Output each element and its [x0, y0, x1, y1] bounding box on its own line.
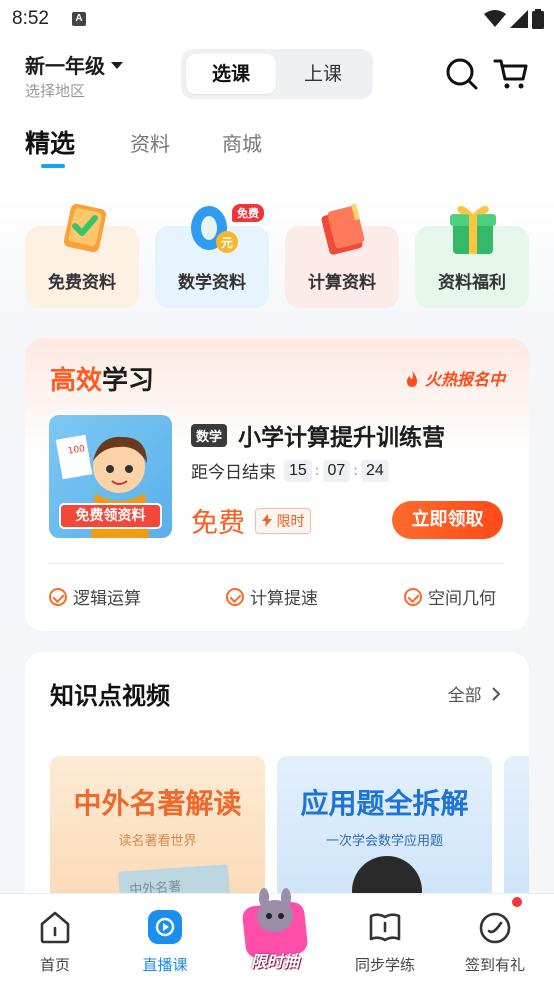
- video-card-partial[interactable]: [504, 756, 529, 912]
- countdown: 距今日结束 15 : 07 : 24: [191, 458, 391, 483]
- feature-item: 空间几何: [404, 584, 496, 609]
- coin-glyph: 元: [221, 236, 233, 250]
- countdown-separator: :: [353, 462, 359, 479]
- course-cover-image[interactable]: 100 免费领资料: [49, 415, 172, 538]
- book-icon: [321, 203, 365, 255]
- knowledge-video-section: 知识点视频 全部 中外名著解读 读名著看世界 中外名著 应用题全拆解 一次学会数…: [25, 652, 529, 912]
- battery-icon: [532, 9, 544, 29]
- segment-attend-class[interactable]: 上课: [278, 54, 368, 94]
- feature-item: 计算提速: [226, 584, 318, 609]
- hot-enrolling-badge: 火热报名中: [405, 366, 505, 390]
- wifi-icon: [484, 10, 506, 27]
- quick-entry-calc-materials[interactable]: 计算资料: [285, 200, 399, 308]
- section-title: 知识点视频: [50, 682, 170, 710]
- feature-label: 计算提速: [250, 589, 318, 609]
- nav-live-class[interactable]: 直播课: [110, 894, 220, 985]
- feature-item: 逻辑运算: [49, 584, 141, 609]
- divider: [49, 563, 505, 564]
- nav-label: 签到有礼: [464, 956, 525, 974]
- region-selector[interactable]: 选择地区: [25, 80, 85, 101]
- quick-entry-label: 资料福利: [438, 273, 506, 293]
- feature-label: 空间几何: [428, 589, 496, 609]
- promo-title: 高效学习: [50, 360, 154, 397]
- cart-icon[interactable]: [493, 57, 529, 91]
- countdown-label: 距今日结束: [191, 463, 276, 483]
- nav-home[interactable]: 首页: [0, 894, 110, 985]
- quick-entry-label: 免费资料: [48, 273, 116, 293]
- tab-materials[interactable]: 资料: [130, 128, 170, 157]
- quick-entry-math-materials[interactable]: 元 免费 数学资料: [155, 200, 269, 308]
- quick-entry-free-materials[interactable]: 免费资料: [25, 200, 139, 308]
- check-circle-icon: [226, 587, 244, 606]
- open-book-icon: [369, 913, 401, 942]
- status-bar: 8:52 A: [0, 0, 554, 38]
- grade-label: 新一年级: [25, 54, 105, 78]
- free-materials-label: 免费领资料: [59, 503, 162, 529]
- video-card-title: 应用题全拆解: [300, 787, 469, 820]
- nav-lottery[interactable]: 限时抽: [220, 888, 330, 985]
- lightning-icon: [262, 514, 272, 527]
- quick-entry-label: 计算资料: [308, 273, 376, 293]
- claim-now-button[interactable]: 立即领取: [392, 501, 503, 539]
- video-card-subtitle: 一次学会数学应用题: [325, 834, 443, 849]
- quick-entry-label: 数学资料: [178, 273, 246, 293]
- grade-selector[interactable]: 新一年级: [25, 50, 123, 79]
- countdown-minutes: 07: [322, 459, 351, 482]
- video-card-subtitle: 读名著看世界: [118, 834, 197, 849]
- active-tab-indicator: [41, 164, 65, 168]
- check-circle-icon: [49, 587, 67, 606]
- system-icons: [484, 8, 544, 30]
- gift-icon: [450, 205, 496, 254]
- mode-segmented-control: 选课 上课: [181, 49, 373, 99]
- nav-label: 同步学练: [354, 956, 415, 974]
- caret-down-icon: [111, 62, 123, 69]
- segment-select-course[interactable]: 选课: [186, 54, 276, 94]
- nav-checkin[interactable]: 签到有礼: [440, 894, 550, 985]
- fire-icon: [407, 371, 418, 387]
- countdown-seconds: 24: [361, 459, 389, 482]
- video-card-title: 中外名著解读: [73, 787, 242, 820]
- quick-entry-welfare[interactable]: 资料福利: [415, 200, 529, 308]
- promo-card: 高效学习 火热报名中 100 免费领资料 数学 小学计算提升训练营 距今日结束 …: [25, 338, 529, 631]
- free-tag-badge: 免费: [232, 204, 264, 222]
- course-title[interactable]: 小学计算提升训练营: [238, 418, 445, 452]
- limited-time-label: 限时: [276, 514, 305, 530]
- home-icon: [40, 911, 70, 944]
- search-icon[interactable]: [445, 57, 479, 91]
- status-time: 8:52: [12, 8, 49, 29]
- top-tabs: 精选 资料 商城: [0, 122, 554, 172]
- tab-featured[interactable]: 精选: [25, 124, 75, 160]
- view-all-link[interactable]: 全部: [448, 681, 501, 706]
- subject-badge: 数学: [191, 424, 228, 447]
- signal-icon: [510, 10, 528, 28]
- nav-label: 首页: [39, 956, 70, 974]
- promo-title-highlight: 高效: [50, 366, 103, 396]
- countdown-hours: 15: [284, 459, 312, 482]
- notification-dot: [512, 897, 522, 907]
- limited-time-tag: 限时: [255, 508, 312, 534]
- checkin-icon: [479, 912, 511, 944]
- promo-title-rest: 学习: [102, 366, 155, 396]
- nav-label: 直播课: [142, 956, 188, 974]
- lottery-label: 限时抽: [250, 952, 299, 971]
- nav-sync-practice[interactable]: 同步学练: [330, 894, 440, 985]
- clipboard-check-icon: [63, 203, 107, 253]
- tab-mall[interactable]: 商城: [222, 128, 262, 157]
- bottom-navigation: 首页 直播课 限时抽 同步学练 签到有礼: [0, 888, 554, 985]
- header: 新一年级 选择地区 选课 上课: [0, 44, 554, 106]
- price-label: 免费: [191, 508, 245, 539]
- live-play-icon: [148, 910, 182, 944]
- view-all-label: 全部: [447, 686, 482, 706]
- countdown-separator: :: [314, 462, 320, 479]
- notification-a-icon: A: [72, 12, 86, 26]
- hot-label: 火热报名中: [424, 370, 505, 389]
- check-circle-icon: [404, 587, 422, 606]
- chevron-right-icon: [492, 687, 501, 701]
- feature-label: 逻辑运算: [73, 589, 141, 609]
